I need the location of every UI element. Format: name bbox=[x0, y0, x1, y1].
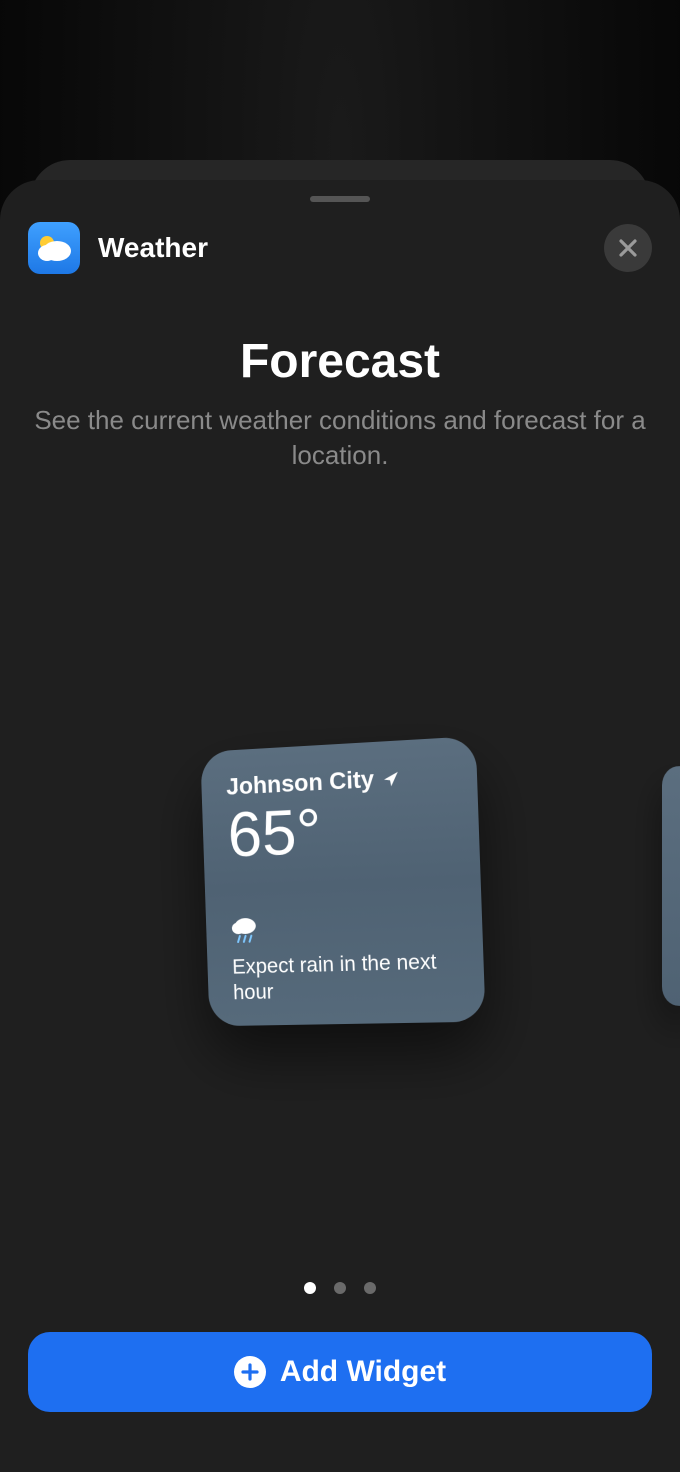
page-title: Forecast bbox=[240, 334, 440, 389]
page-indicator bbox=[304, 1282, 376, 1294]
widget-size-carousel[interactable]: Johnson City 65° Expect ra bbox=[0, 513, 680, 1282]
weather-app-icon bbox=[28, 222, 80, 274]
page-dot[interactable] bbox=[304, 1282, 316, 1294]
close-button[interactable] bbox=[604, 224, 652, 272]
widget-forecast-text: Expect rain in the next hour bbox=[232, 948, 458, 1006]
widget-temperature: 65° bbox=[227, 792, 454, 866]
close-icon bbox=[617, 237, 639, 259]
widget-preview-next-peek[interactable] bbox=[662, 765, 680, 1006]
app-name-label: Weather bbox=[98, 232, 604, 264]
add-widget-button[interactable]: Add Widget bbox=[28, 1332, 652, 1412]
rain-icon bbox=[231, 908, 457, 948]
plus-icon bbox=[234, 1356, 266, 1388]
sheet-content: Forecast See the current weather conditi… bbox=[0, 274, 680, 1332]
widget-picker-sheet: Weather Forecast See the current weather… bbox=[0, 180, 680, 1472]
add-widget-label: Add Widget bbox=[280, 1355, 446, 1389]
page-dot[interactable] bbox=[364, 1282, 376, 1294]
page-dot[interactable] bbox=[334, 1282, 346, 1294]
sheet-grabber[interactable] bbox=[310, 196, 370, 202]
page-subtitle: See the current weather conditions and f… bbox=[0, 403, 680, 473]
widget-preview-small[interactable]: Johnson City 65° Expect ra bbox=[200, 736, 485, 1026]
sheet-header: Weather bbox=[0, 212, 680, 274]
location-arrow-icon bbox=[382, 769, 401, 788]
